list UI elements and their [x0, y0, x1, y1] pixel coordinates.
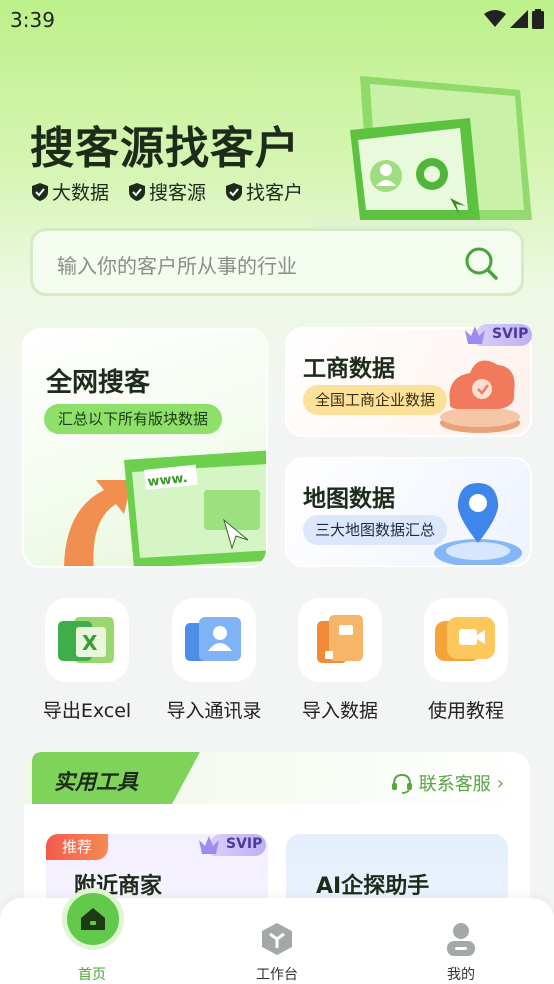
import-data-button[interactable]: 导入数据	[285, 598, 395, 723]
shield-check-icon	[32, 182, 48, 201]
tutorial-button[interactable]: 使用教程	[411, 598, 521, 723]
crown-icon	[199, 836, 219, 854]
battery-icon	[532, 9, 544, 29]
recommend-tag: 推荐	[46, 834, 108, 860]
search-input[interactable]: 输入你的客户所从事的行业	[30, 228, 524, 296]
contacts-icon	[172, 598, 256, 682]
hero-tag: 找客户	[226, 178, 303, 205]
shield-check-icon	[226, 182, 243, 201]
crown-icon	[465, 326, 485, 344]
business-cloud-illustration	[440, 360, 520, 433]
web-window-illustration: www.	[64, 450, 266, 566]
laptop-folder-illustration	[310, 76, 532, 230]
nav-home-label[interactable]: 首页	[52, 964, 132, 984]
search-placeholder: 输入你的客户所从事的行业	[57, 254, 297, 278]
import-data-icon	[298, 598, 382, 682]
search-icon[interactable]	[463, 245, 499, 281]
tools-title: 实用工具	[54, 770, 138, 794]
hero-tags: 大数据 搜客源 找客户	[32, 178, 303, 205]
all-web-search-card[interactable]: 全网搜客 汇总以下所有版块数据 www.	[22, 328, 268, 568]
card-subtitle: 汇总以下所有版块数据	[44, 404, 223, 434]
workbench-icon[interactable]	[260, 922, 294, 956]
card-subtitle: 三大地图数据汇总	[303, 515, 448, 545]
card-title: 工商数据	[303, 356, 395, 382]
wifi-icon	[484, 10, 506, 27]
card-title: 全网搜客	[46, 368, 151, 398]
import-contacts-label: 导入通讯录	[166, 700, 262, 722]
nav-mine-label[interactable]: 我的	[421, 964, 501, 984]
svip-badge: SVIP	[462, 322, 532, 348]
nav-home-button[interactable]	[62, 888, 124, 950]
map-data-card[interactable]: 地图数据 三大地图数据汇总	[285, 457, 532, 567]
map-pin-illustration	[434, 483, 522, 565]
hero-title: 搜客源找客户	[30, 123, 300, 174]
import-contacts-button[interactable]: 导入通讯录	[159, 598, 269, 723]
hero-tag: 搜客源	[129, 178, 206, 205]
video-tutorial-icon	[424, 598, 508, 682]
signal-icon	[510, 10, 528, 28]
export-excel-button[interactable]: X 导出Excel	[32, 598, 142, 723]
card-title: 地图数据	[303, 486, 395, 512]
nav-workbench-label[interactable]: 工作台	[237, 964, 317, 984]
shield-check-icon	[129, 182, 146, 201]
status-bar: 3:39	[0, 0, 554, 38]
hero-tag: 大数据	[32, 178, 109, 205]
svg-text:X: X	[82, 631, 98, 655]
status-time: 3:39	[10, 8, 55, 32]
home-icon	[81, 908, 105, 930]
contact-support-link[interactable]: 联系客服 ›	[391, 770, 504, 796]
excel-icon: X	[45, 598, 129, 682]
svip-badge: SVIP	[196, 832, 266, 858]
tool-title: AI企探助手	[316, 874, 430, 899]
chevron-right-icon: ›	[496, 772, 504, 794]
profile-icon[interactable]	[445, 922, 477, 956]
tutorial-label: 使用教程	[427, 700, 504, 722]
export-excel-label: 导出Excel	[42, 700, 132, 722]
headset-icon	[391, 773, 412, 794]
import-data-label: 导入数据	[301, 700, 378, 722]
